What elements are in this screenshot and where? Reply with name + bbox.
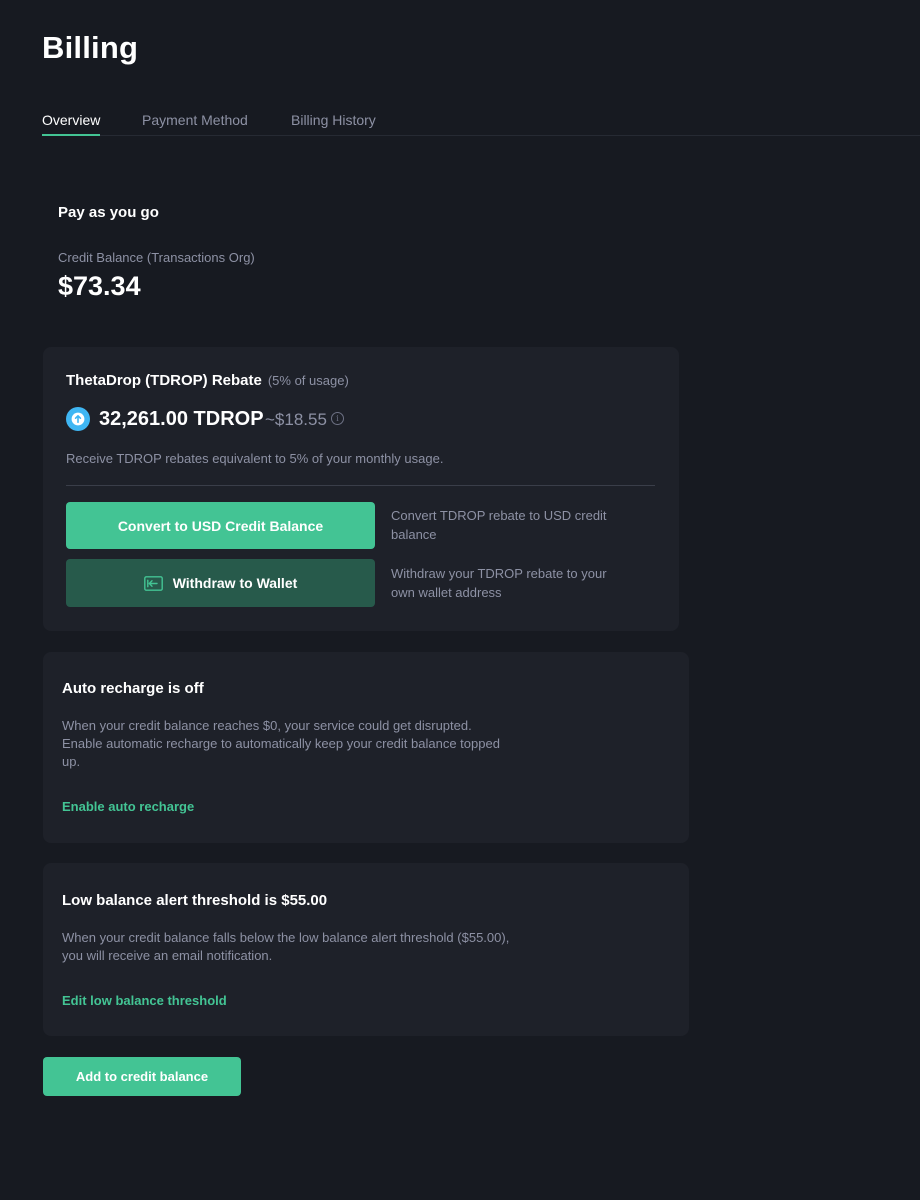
divider: [66, 485, 655, 486]
add-credit-button-label: Add to credit balance: [75, 1069, 209, 1084]
enable-auto-recharge-link[interactable]: Enable auto recharge: [62, 799, 194, 814]
tdrop-rebate-card: ThetaDrop (TDROP) Rebate (5% of usage) 32…: [43, 347, 679, 631]
rebate-subtitle: (5% of usage): [267, 373, 349, 388]
billing-tabs: Overview Payment Method Billing History: [42, 112, 920, 136]
rebate-description: Receive TDROP rebates equivalent to 5% o…: [66, 451, 444, 466]
tab-overview[interactable]: Overview: [42, 112, 101, 136]
tab-billing-history[interactable]: Billing History: [291, 112, 376, 134]
page-title: Billing: [42, 30, 139, 65]
info-icon[interactable]: i: [331, 412, 344, 425]
tdrop-usd-value: ~$18.55: [265, 410, 327, 429]
convert-to-usd-button[interactable]: Convert to USD Credit Balance: [66, 502, 375, 549]
low-balance-title: Low balance alert threshold is $55.00: [62, 892, 328, 909]
auto-recharge-card: Auto recharge is off When your credit ba…: [43, 652, 689, 843]
tab-payment-method[interactable]: Payment Method: [142, 112, 248, 134]
auto-recharge-description: When your credit balance reaches $0, you…: [62, 718, 500, 769]
credit-balance-amount: $73.34: [58, 271, 141, 301]
credit-balance-label: Credit Balance (Transactions Org): [58, 250, 255, 265]
plan-title: Pay as you go: [58, 204, 159, 221]
auto-recharge-title: Auto recharge is off: [62, 680, 204, 697]
withdraw-note: Withdraw your TDROP rebate to your own w…: [391, 566, 607, 600]
tdrop-amount: 32,261.00 TDROP: [99, 408, 264, 430]
tdrop-token-icon: [66, 407, 90, 431]
convert-note: Convert TDROP rebate to USD credit balan…: [391, 508, 607, 542]
withdraw-button-label: Withdraw to Wallet: [172, 575, 298, 591]
rebate-title-text: ThetaDrop (TDROP) Rebate: [66, 372, 262, 389]
convert-button-label: Convert to USD Credit Balance: [117, 517, 324, 534]
withdraw-to-wallet-button[interactable]: Withdraw to Wallet: [66, 559, 375, 607]
edit-low-balance-link[interactable]: Edit low balance threshold: [62, 993, 227, 1008]
low-balance-description: When your credit balance falls below the…: [62, 930, 510, 963]
wallet-exit-icon: [143, 575, 163, 591]
rebate-title: ThetaDrop (TDROP) Rebate (5% of usage): [66, 372, 349, 389]
low-balance-card: Low balance alert threshold is $55.00 Wh…: [43, 863, 689, 1036]
add-to-credit-balance-button[interactable]: Add to credit balance: [43, 1057, 241, 1096]
